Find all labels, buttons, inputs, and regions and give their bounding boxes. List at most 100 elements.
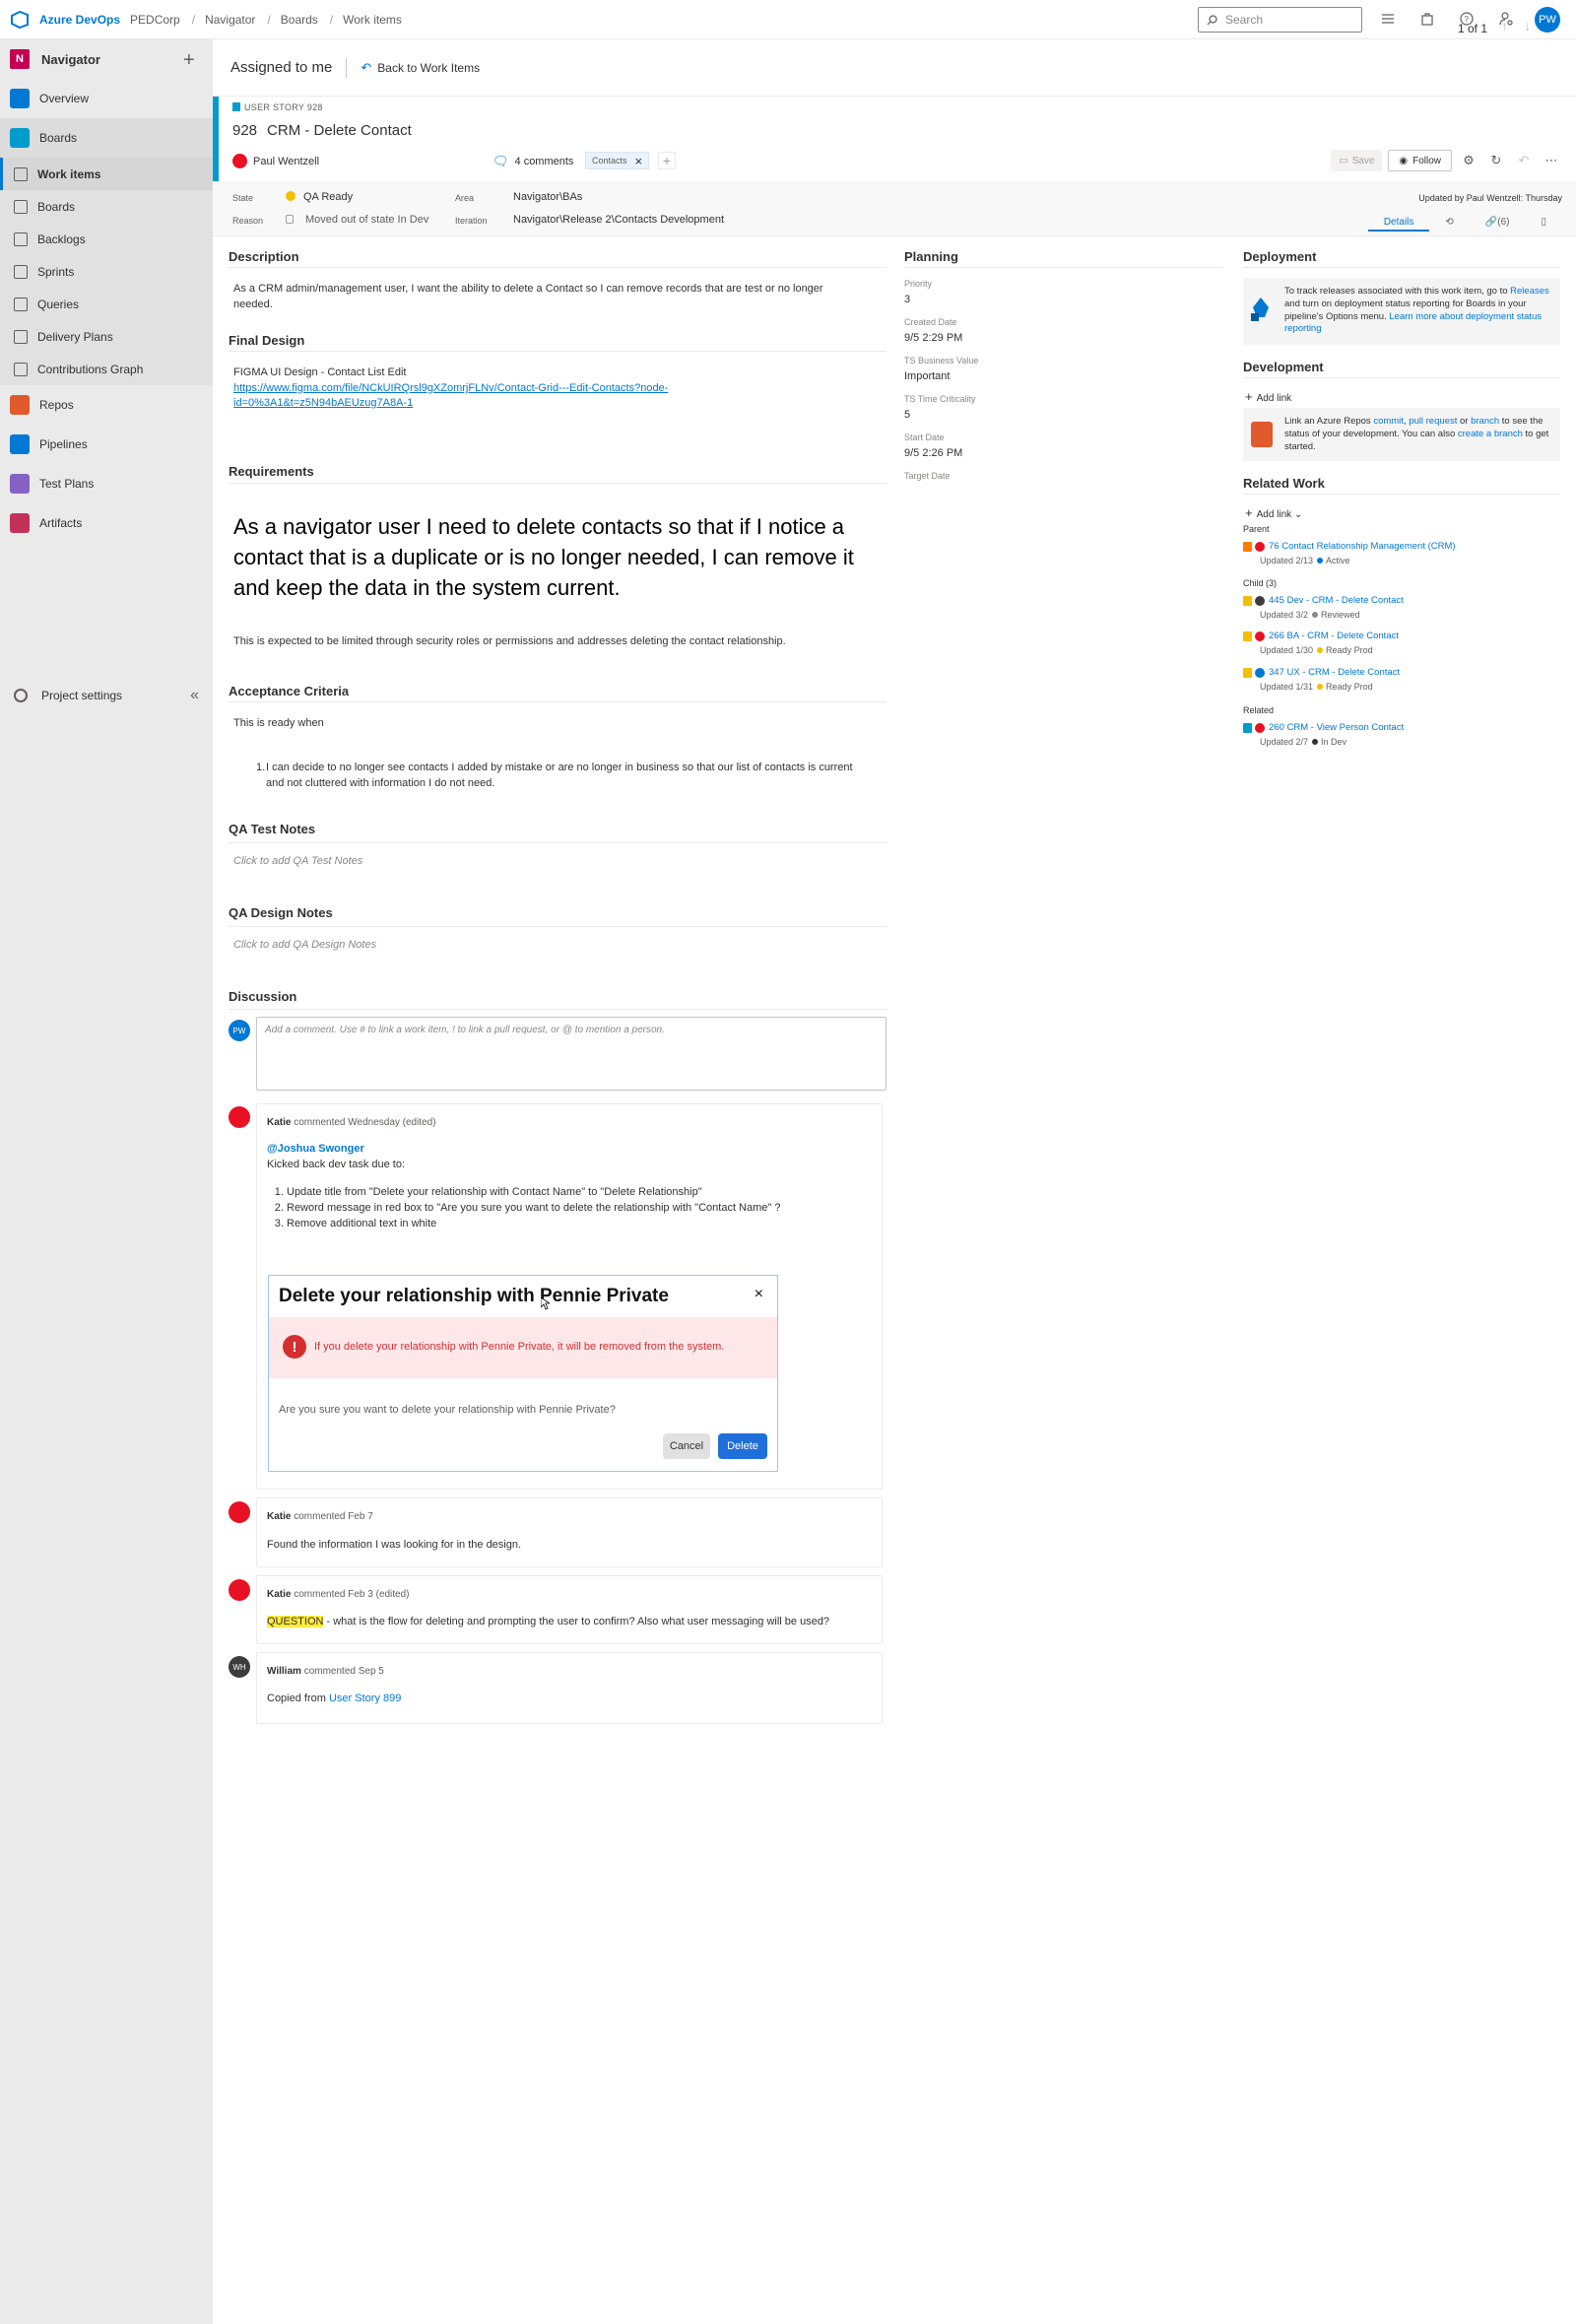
state-dot <box>1312 739 1319 745</box>
child-link[interactable]: 347 UX - CRM - Delete Contact <box>1269 667 1400 678</box>
parent-link[interactable]: 76 Contact Relationship Management (CRM) <box>1269 541 1456 552</box>
related-child-item[interactable]: 445 Dev - CRM - Delete Contact <box>1243 595 1404 606</box>
updated-by[interactable]: Updated by Paul Wentzell: Thursday <box>1418 193 1562 203</box>
breadcrumb-boards[interactable]: Boards <box>281 13 318 27</box>
assigned-to-field[interactable]: Paul Wentzell <box>232 154 319 168</box>
refresh-icon[interactable]: ↻ <box>1485 150 1507 171</box>
search-input[interactable]: Search <box>1198 7 1362 33</box>
remove-tag-icon[interactable]: × <box>635 154 643 168</box>
tab-details[interactable]: Details <box>1367 215 1430 232</box>
create-branch-link[interactable]: create a branch <box>1458 429 1523 439</box>
pager-arrows[interactable]: ↑↓ <box>1501 18 1546 33</box>
tab-links[interactable]: 🔗(6) <box>1470 215 1526 232</box>
new-item-plus-icon[interactable]: + <box>183 49 195 72</box>
pull-request-link[interactable]: pull request <box>1409 416 1457 427</box>
comment-meta: commented Wednesday (edited) <box>294 1117 436 1128</box>
list-settings-icon[interactable] <box>1379 10 1397 28</box>
work-item-tabs: Details ⟲ 🔗(6) ▯ <box>1367 215 1562 232</box>
updated-text: Updated 2/13 <box>1260 556 1314 565</box>
related-item[interactable]: 260 CRM - View Person Contact <box>1243 722 1404 733</box>
child-link[interactable]: 445 Dev - CRM - Delete Contact <box>1269 595 1404 606</box>
nav-label: Pipelines <box>39 437 88 451</box>
nav-repos[interactable]: Repos <box>0 385 213 425</box>
undo-icon[interactable]: ↶ <box>1513 150 1535 171</box>
more-actions-icon[interactable]: ⋯ <box>1541 150 1562 171</box>
deployment-text: To track releases associated with this w… <box>1284 286 1552 336</box>
back-to-work-items-link[interactable]: ↶ Back to Work Items <box>361 60 480 76</box>
created-date-field[interactable]: 9/5 2:29 PM <box>904 332 962 344</box>
nav-backlogs[interactable]: Backlogs <box>0 223 213 255</box>
acceptance-intro[interactable]: This is ready when <box>233 716 324 732</box>
requirements-statement[interactable]: As a navigator user I need to delete con… <box>233 511 884 604</box>
figma-link[interactable]: https://www.figma.com/file/NCkUIRQrsl9gX… <box>233 381 668 397</box>
nav-contributions-graph[interactable]: Contributions Graph <box>0 353 213 385</box>
time-criticality-field[interactable]: 5 <box>904 409 910 421</box>
start-date-field[interactable]: 9/5 2:26 PM <box>904 447 962 459</box>
qa-design-notes-field[interactable]: Click to add QA Design Notes <box>233 939 376 951</box>
add-tag-button[interactable]: + <box>658 152 676 169</box>
project-header[interactable]: N Navigator + <box>0 39 213 79</box>
nav-boards[interactable]: Boards <box>0 118 213 158</box>
breadcrumb-work-items[interactable]: Work items <box>343 13 402 27</box>
divider <box>229 926 886 927</box>
related-child-item[interactable]: 347 UX - CRM - Delete Contact <box>1243 667 1400 678</box>
breadcrumb-project[interactable]: Navigator <box>205 13 255 27</box>
follow-button[interactable]: ◉ Follow <box>1388 150 1452 171</box>
figma-link-cont[interactable]: id=0%3A1&t=z5N94bAEUzug7A8A-1 <box>233 396 413 412</box>
nav-pipelines[interactable]: Pipelines <box>0 425 213 464</box>
description-text[interactable]: As a CRM admin/management user, I want t… <box>233 282 864 313</box>
project-settings[interactable]: Project settings « <box>0 678 213 713</box>
save-icon: ▭ <box>1339 155 1348 166</box>
nav-overview[interactable]: Overview <box>0 79 213 118</box>
nav-test-plans[interactable]: Test Plans <box>0 464 213 503</box>
business-value-field[interactable]: Important <box>904 370 950 382</box>
comment-author[interactable]: William <box>267 1666 301 1677</box>
comment-author[interactable]: Katie <box>267 1511 291 1522</box>
nav-delivery-plans[interactable]: Delivery Plans <box>0 320 213 353</box>
comment-author[interactable]: Katie <box>267 1589 291 1600</box>
add-comment-input[interactable]: Add a comment. Use # to link a work item… <box>256 1017 886 1091</box>
iteration-field[interactable]: Navigator\Release 2\Contacts Development <box>513 214 724 226</box>
related-parent-item[interactable]: 76 Contact Relationship Management (CRM) <box>1243 541 1456 552</box>
development-add-link[interactable]: + Add link <box>1245 389 1291 404</box>
nav-sprints[interactable]: Sprints <box>0 255 213 288</box>
related-child-item[interactable]: 266 BA - CRM - Delete Contact <box>1243 631 1399 641</box>
releases-link[interactable]: Releases <box>1510 286 1549 297</box>
settings-gear-icon[interactable]: ⚙ <box>1458 150 1479 171</box>
child-link[interactable]: 266 BA - CRM - Delete Contact <box>1269 631 1399 641</box>
assigned-to-me-title[interactable]: Assigned to me <box>230 59 332 76</box>
requirements-note[interactable]: This is expected to be limited through s… <box>233 634 786 650</box>
breadcrumb-org[interactable]: PEDCorp <box>130 13 180 27</box>
area-field[interactable]: Navigator\BAs <box>513 191 582 203</box>
marketplace-bag-icon[interactable] <box>1418 10 1436 28</box>
nav-boards-sub[interactable]: Boards <box>0 190 213 223</box>
comments-link[interactable]: 🗨 4 comments <box>492 154 573 169</box>
branch-link[interactable]: branch <box>1471 416 1499 427</box>
save-button[interactable]: ▭ Save <box>1331 150 1383 171</box>
work-item-title[interactable]: 928 CRM - Delete Contact <box>232 122 412 139</box>
acceptance-item[interactable]: I can decide to no longer see contacts I… <box>266 761 857 792</box>
state-field[interactable]: QA Ready <box>286 191 353 203</box>
brand-name[interactable]: Azure DevOps <box>39 13 120 27</box>
add-link-label: Add link <box>1256 393 1292 404</box>
comment-author[interactable]: Katie <box>267 1117 291 1128</box>
tab-attachments[interactable]: ▯ <box>1525 215 1562 232</box>
commit-link[interactable]: commit <box>1373 416 1404 427</box>
state-dot <box>1317 647 1324 653</box>
tab-history[interactable]: ⟲ <box>1429 215 1469 232</box>
collapse-nav-icon[interactable]: « <box>190 687 199 704</box>
final-design-text[interactable]: FIGMA UI Design - Contact List Edit <box>233 365 406 381</box>
related-link[interactable]: 260 CRM - View Person Contact <box>1269 722 1404 733</box>
nav-work-items[interactable]: Work items <box>0 158 213 190</box>
mention-link[interactable]: @Joshua Swonger <box>267 1142 364 1158</box>
nav-artifacts[interactable]: Artifacts <box>0 503 213 543</box>
tag-contacts[interactable]: Contacts × <box>585 152 650 169</box>
user-story-link[interactable]: User Story 899 <box>329 1693 401 1704</box>
nav-queries[interactable]: Queries <box>0 288 213 320</box>
comment-text: Kicked back dev task due to: <box>267 1159 406 1170</box>
azure-devops-logo-icon[interactable] <box>10 10 30 30</box>
comment-text: Found the information I was looking for … <box>267 1539 522 1551</box>
qa-test-notes-field[interactable]: Click to add QA Test Notes <box>233 855 362 867</box>
related-add-link[interactable]: + Add link ⌄ <box>1245 505 1302 520</box>
priority-field[interactable]: 3 <box>904 294 910 305</box>
